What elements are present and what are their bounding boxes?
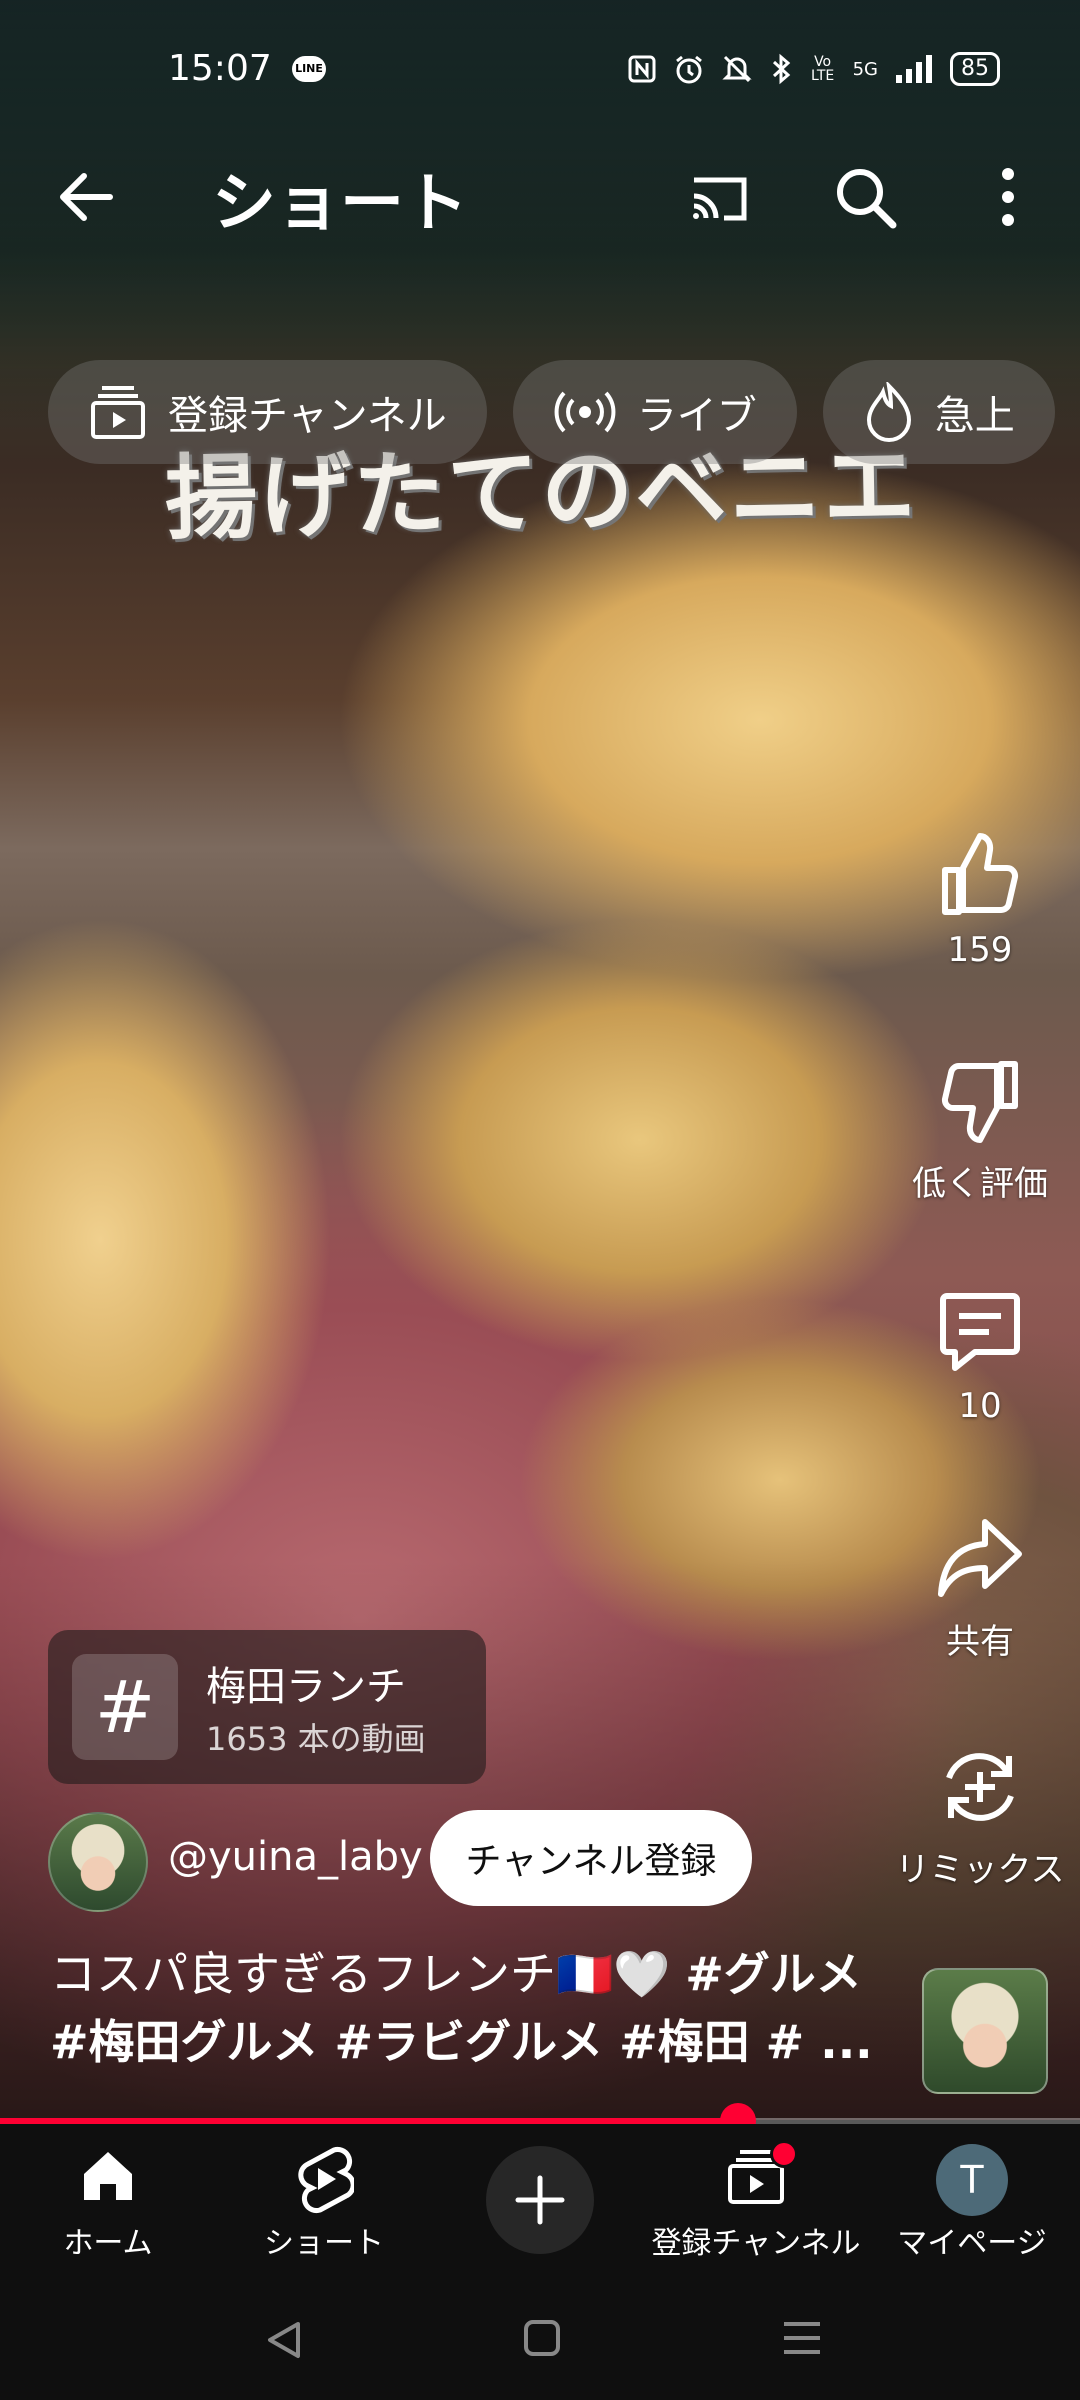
line-notification-icon: LINE <box>292 56 326 82</box>
chip-trending[interactable]: 急上 <box>822 360 1055 464</box>
nav-home-label: ホーム <box>63 2226 153 2261</box>
subscribe-button[interactable]: チャンネル登録 <box>430 1810 752 1906</box>
remix-button[interactable]: リミックス <box>880 1742 1080 1891</box>
signal-icon <box>896 55 932 83</box>
subscriptions-icon <box>91 386 145 439</box>
trending-flame-icon <box>866 382 911 442</box>
back-arrow-icon[interactable] <box>50 162 120 232</box>
description-line-1: コスパ良すぎるフレンチ🇫🇷🤍 #グルメ <box>50 1940 910 2008</box>
system-home-icon[interactable] <box>522 2318 562 2358</box>
chip-label: ライブ <box>636 393 757 439</box>
like-button[interactable]: 159 <box>880 830 1080 970</box>
channel-avatar[interactable] <box>48 1812 148 1912</box>
system-back-icon[interactable] <box>262 2318 306 2362</box>
remix-label: リミックス <box>895 1850 1065 1890</box>
share-label: 共有 <box>946 1622 1014 1662</box>
video-description[interactable]: コスパ良すぎるフレンチ🇫🇷🤍 #グルメ #梅田グルメ #ラビグルメ #梅田 # … <box>50 1940 910 2076</box>
network-type: 5G <box>852 58 878 80</box>
chip-label: 登録チャンネル <box>168 393 447 439</box>
page-title: ショート <box>212 167 468 241</box>
home-icon <box>84 2152 132 2200</box>
dislike-button[interactable]: 低く評価 <box>880 1056 1080 1205</box>
volte-indicator: Vo LTE <box>810 54 835 84</box>
create-button[interactable] <box>486 2146 594 2254</box>
comment-icon <box>940 1293 1020 1371</box>
nav-shorts-label: ショート <box>264 2226 384 2261</box>
live-icon <box>554 391 616 433</box>
chip-subscriptions[interactable]: 登録チャンネル <box>48 360 487 464</box>
nav-home[interactable]: ホーム <box>0 2124 216 2274</box>
system-icons: Vo LTE 5G 85 <box>627 52 1000 86</box>
comments-button[interactable]: 10 <box>880 1286 1080 1426</box>
nav-subscriptions-label: 登録チャンネル <box>651 2226 861 2261</box>
nav-mypage[interactable]: T マイページ <box>864 2124 1080 2274</box>
like-count: 159 <box>947 930 1013 970</box>
system-recents-icon[interactable] <box>780 2318 824 2358</box>
comment-count: 10 <box>958 1386 1002 1426</box>
alarm-icon <box>675 55 702 84</box>
hashtag-name: 梅田ランチ <box>206 1664 406 1710</box>
nav-subscriptions[interactable]: 登録チャンネル <box>648 2124 864 2274</box>
hashtag-video-count: 1653 本の動画 <box>206 1720 426 1758</box>
chip-label: 急上 <box>934 393 1015 439</box>
account-avatar: T <box>936 2144 1008 2216</box>
dislike-label: 低く評価 <box>912 1164 1048 1204</box>
thumbs-up-icon <box>942 833 1019 915</box>
share-arrow-icon <box>938 1519 1022 1597</box>
system-navigation-bar <box>0 2274 1080 2400</box>
description-line-2: #梅田グルメ #ラビグルメ #梅田 # ... <box>50 2015 873 2069</box>
sound-thumbnail[interactable] <box>922 1968 1048 2094</box>
status-time: 15:07 <box>168 48 272 89</box>
thumbs-down-icon <box>941 1061 1018 1143</box>
search-icon[interactable] <box>830 162 900 232</box>
more-options-icon[interactable] <box>990 162 1026 232</box>
status-bar: 15:07 LINE Vo LTE 5G 85 <box>0 0 1080 140</box>
filter-chips: 登録チャンネル ライブ 急上 <box>48 360 1080 464</box>
shorts-icon <box>298 2146 354 2214</box>
cast-icon[interactable] <box>688 166 752 230</box>
plus-icon <box>515 2175 565 2225</box>
silent-icon <box>721 55 752 83</box>
nav-mypage-label: マイページ <box>897 2226 1047 2261</box>
hashtag-icon: # <box>72 1654 178 1760</box>
share-button[interactable]: 共有 <box>880 1514 1080 1663</box>
hashtag-card[interactable]: # 梅田ランチ 1653 本の動画 <box>48 1630 486 1784</box>
bluetooth-icon <box>772 53 790 85</box>
description-hashtag[interactable]: #グルメ <box>685 1947 862 2001</box>
chip-live[interactable]: ライブ <box>512 360 797 464</box>
remix-icon <box>946 1753 1014 1821</box>
nfc-icon <box>628 55 656 83</box>
new-content-dot <box>770 2140 798 2168</box>
battery-level: 85 <box>950 52 1000 86</box>
channel-handle[interactable]: @yuina_laby <box>168 1834 423 1880</box>
nav-shorts[interactable]: ショート <box>216 2124 432 2274</box>
description-text: コスパ良すぎるフレンチ🇫🇷🤍 <box>50 1947 686 2001</box>
top-app-bar: ショート <box>0 140 1080 250</box>
